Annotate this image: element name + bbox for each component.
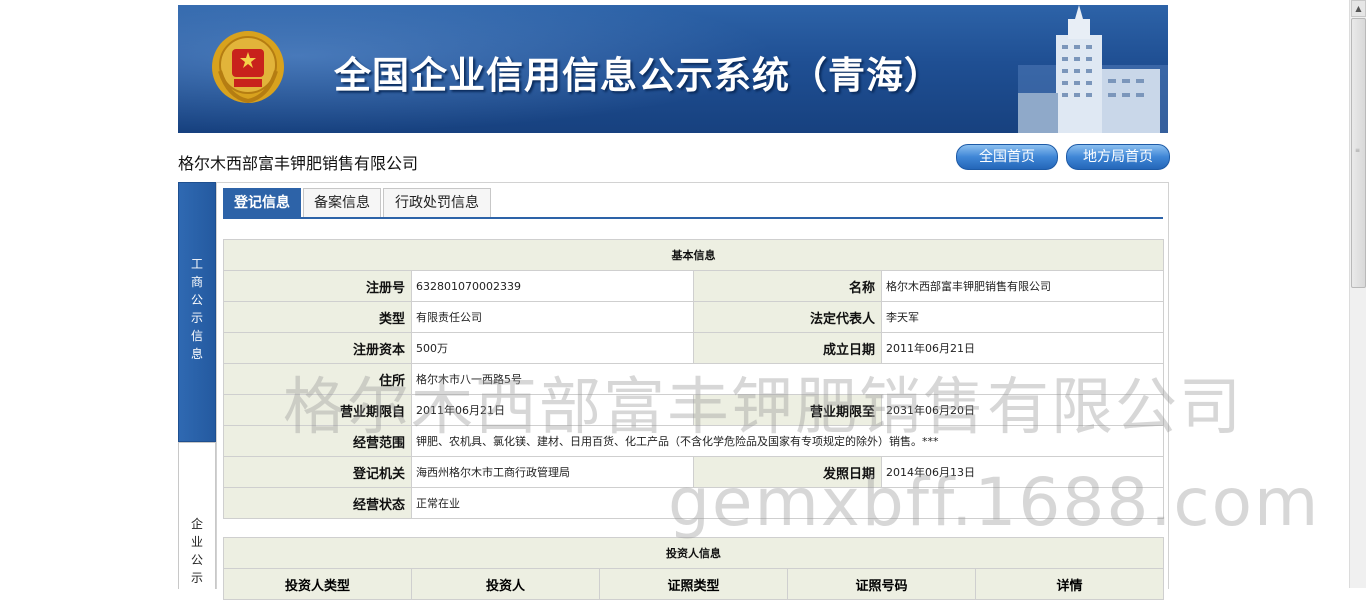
value-address: 格尔木市八一西路5号 [411,363,1164,395]
table-row: 经营范围 钾肥、农机具、氯化镁、建材、日用百货、化工产品（不含化学危险品及国家有… [223,425,1164,457]
value-registration-authority: 海西州格尔木市工商行政管理局 [411,456,694,488]
tab-administrative-penalty[interactable]: 行政处罚信息 [383,188,491,217]
table-row: 注册号 632801070002339 名称 格尔木西部富丰钾肥销售有限公司 [223,270,1164,302]
column-license-number: 证照号码 [787,568,976,600]
table-row: 类型 有限责任公司 法定代表人 李天军 [223,301,1164,333]
banner-title: 全国企业信用信息公示系统（青海） [334,54,942,97]
company-name: 格尔木西部富丰钾肥销售有限公司 [178,154,419,173]
sidebar-item-label: 工商 公示 信息 [190,257,203,361]
column-details: 详情 [974,568,1165,600]
value-legal-representative: 李天军 [881,301,1164,333]
label-legal-representative: 法定代表人 [693,301,882,333]
grip-icon: ≡ [1355,147,1361,154]
column-investor-type: 投资人类型 [223,568,412,600]
value-registration-number: 632801070002339 [411,270,694,302]
building-illustration [1018,5,1168,133]
label-address: 住所 [223,363,412,395]
label-established-date: 成立日期 [693,332,882,364]
label-type: 类型 [223,301,412,333]
label-operating-status: 经营状态 [223,487,412,519]
value-type: 有限责任公司 [411,301,694,333]
sidebar-item-label: 企业 公示 [190,517,203,585]
label-term-to: 营业期限至 [693,394,882,426]
table-row: 住所 格尔木市八一西路5号 [223,363,1164,395]
table-header-row: 投资人类型 投资人 证照类型 证照号码 详情 [223,568,1165,600]
vertical-scrollbar[interactable]: ▲ ≡ [1349,0,1366,588]
table-row: 营业期限自 2011年06月21日 营业期限至 2031年06月20日 [223,394,1164,426]
value-term-to: 2031年06月20日 [881,394,1164,426]
value-term-from: 2011年06月21日 [411,394,694,426]
basic-info-title: 基本信息 [223,239,1164,271]
label-business-scope: 经营范围 [223,425,412,457]
value-name: 格尔木西部富丰钾肥销售有限公司 [881,270,1164,302]
investor-info-title: 投资人信息 [222,537,1165,569]
table-row: 经营状态 正常在业 [223,487,1164,519]
label-registration-authority: 登记机关 [223,456,412,488]
tab-filing-info[interactable]: 备案信息 [303,188,381,217]
value-issue-date: 2014年06月13日 [881,456,1164,488]
tab-registration-info[interactable]: 登记信息 [223,188,301,217]
value-registered-capital: 500万 [411,332,694,364]
value-established-date: 2011年06月21日 [881,332,1164,364]
value-business-scope: 钾肥、农机具、氯化镁、建材、日用百货、化工产品（不含化学危险品及国家有专项规定的… [411,425,1164,457]
national-home-button[interactable]: 全国首页 [956,144,1058,170]
local-bureau-home-button[interactable]: 地方局首页 [1066,144,1170,170]
scrollbar-thumb[interactable]: ≡ [1351,18,1366,288]
sidebar-item-business-publicity[interactable]: 工商 公示 信息 [178,182,216,442]
value-operating-status: 正常在业 [411,487,1164,519]
investor-info-table: 投资人信息 投资人类型 投资人 证照类型 证照号码 详情 [222,537,1165,600]
table-row: 登记机关 海西州格尔木市工商行政管理局 发照日期 2014年06月13日 [223,456,1164,488]
column-investor: 投资人 [411,568,600,600]
header-banner: 全国企业信用信息公示系统（青海） [178,5,1168,133]
basic-info-table: 基本信息 注册号 632801070002339 名称 格尔木西部富丰钾肥销售有… [223,239,1164,519]
national-emblem-icon [212,31,284,104]
column-license-type: 证照类型 [599,568,788,600]
label-registered-capital: 注册资本 [223,332,412,364]
label-registration-number: 注册号 [223,270,412,302]
label-term-from: 营业期限自 [223,394,412,426]
sidebar-item-enterprise-publicity[interactable]: 企业 公示 [178,442,216,589]
tab-underline [223,217,1163,219]
table-row: 注册资本 500万 成立日期 2011年06月21日 [223,332,1164,364]
main-panel: 登记信息 备案信息 行政处罚信息 基本信息 注册号 63280107000233… [216,182,1169,600]
label-name: 名称 [693,270,882,302]
scroll-up-arrow-icon[interactable]: ▲ [1351,0,1366,17]
label-issue-date: 发照日期 [693,456,882,488]
